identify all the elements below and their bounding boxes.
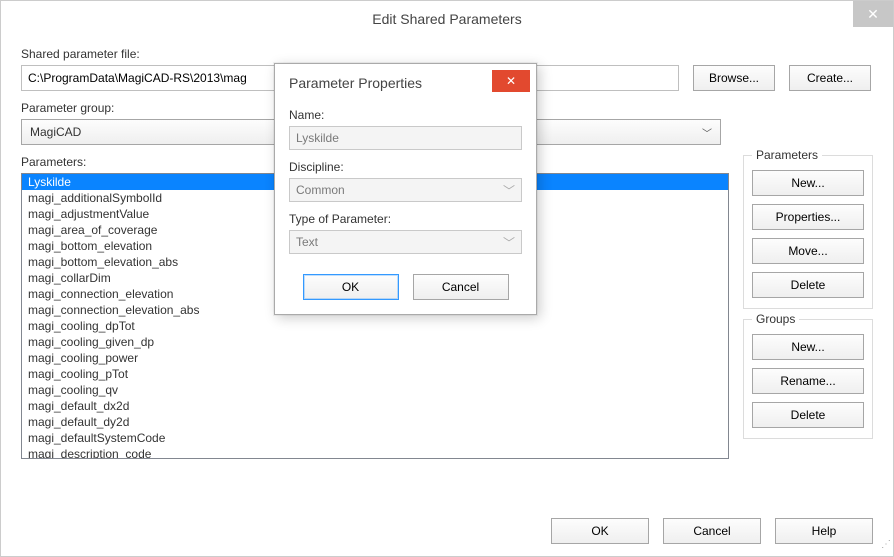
group-dropdown-value: MagiCAD [30, 125, 81, 139]
param-move-button[interactable]: Move... [752, 238, 864, 264]
list-item[interactable]: magi_cooling_dpTot [22, 318, 728, 334]
discipline-label: Discipline: [289, 160, 522, 174]
chevron-down-icon: ﹀ [503, 234, 515, 251]
modal-cancel-button[interactable]: Cancel [413, 274, 509, 300]
footer: OK Cancel Help [551, 518, 873, 544]
chevron-down-icon: ﹀ [702, 125, 712, 140]
list-item[interactable]: magi_cooling_power [22, 350, 728, 366]
close-icon[interactable]: ✕ [853, 1, 893, 27]
list-item[interactable]: magi_default_dy2d [22, 414, 728, 430]
cancel-button[interactable]: Cancel [663, 518, 761, 544]
name-label: Name: [289, 108, 522, 122]
create-button[interactable]: Create... [789, 65, 871, 91]
modal-body: Name: Discipline: Common ﹀ Type of Param… [275, 102, 536, 314]
modal-title: Parameter Properties [289, 75, 422, 91]
group-rename-button[interactable]: Rename... [752, 368, 864, 394]
window-title: Edit Shared Parameters [372, 11, 521, 27]
list-item[interactable]: magi_default_dx2d [22, 398, 728, 414]
ok-button[interactable]: OK [551, 518, 649, 544]
discipline-value: Common [296, 183, 345, 197]
param-delete-button[interactable]: Delete [752, 272, 864, 298]
list-item[interactable]: magi_cooling_given_dp [22, 334, 728, 350]
modal-titlebar: Parameter Properties ✕ [275, 64, 536, 102]
titlebar: Edit Shared Parameters ✕ [1, 1, 893, 37]
parameters-groupbox-title: Parameters [752, 148, 822, 162]
main-window: Edit Shared Parameters ✕ Shared paramete… [0, 0, 894, 557]
parameter-properties-dialog: Parameter Properties ✕ Name: Discipline:… [274, 63, 537, 315]
param-new-button[interactable]: New... [752, 170, 864, 196]
modal-buttons: OK Cancel [289, 274, 522, 300]
discipline-select[interactable]: Common ﹀ [289, 178, 522, 202]
groups-groupbox-title: Groups [752, 312, 799, 326]
type-value: Text [296, 235, 318, 249]
browse-button[interactable]: Browse... [693, 65, 775, 91]
resize-grip-icon[interactable]: ⋰ [879, 542, 891, 554]
list-item[interactable]: magi_cooling_qv [22, 382, 728, 398]
param-properties-button[interactable]: Properties... [752, 204, 864, 230]
group-delete-button[interactable]: Delete [752, 402, 864, 428]
modal-ok-button[interactable]: OK [303, 274, 399, 300]
groups-groupbox: Groups New... Rename... Delete [743, 319, 873, 439]
list-item[interactable]: magi_defaultSystemCode [22, 430, 728, 446]
type-label: Type of Parameter: [289, 212, 522, 226]
parameters-groupbox: Parameters New... Properties... Move... … [743, 155, 873, 309]
group-new-button[interactable]: New... [752, 334, 864, 360]
help-button[interactable]: Help [775, 518, 873, 544]
side-panel: Parameters New... Properties... Move... … [743, 155, 873, 459]
list-item[interactable]: magi_cooling_pTot [22, 366, 728, 382]
list-item[interactable]: magi_description_code [22, 446, 728, 459]
file-label: Shared parameter file: [21, 47, 873, 61]
name-field[interactable] [289, 126, 522, 150]
type-select[interactable]: Text ﹀ [289, 230, 522, 254]
modal-close-icon[interactable]: ✕ [492, 70, 530, 92]
chevron-down-icon: ﹀ [503, 182, 515, 199]
